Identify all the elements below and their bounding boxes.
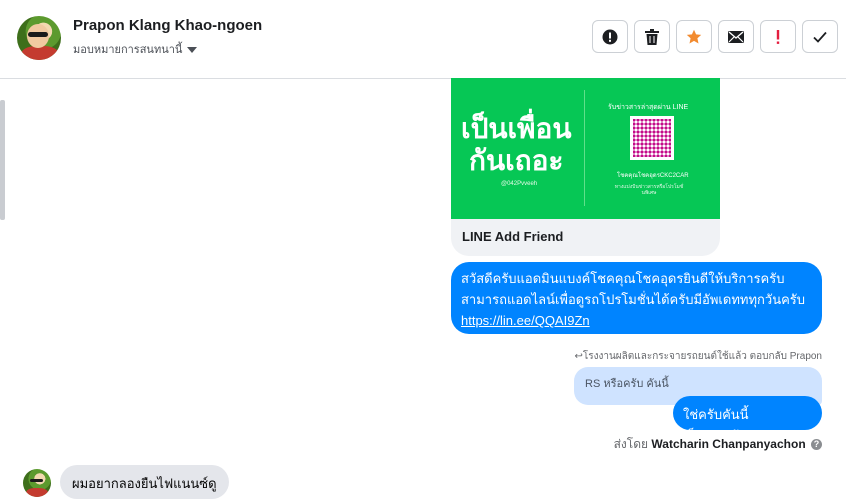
assign-label: มอบหมายการสนทนานี้ [73, 44, 183, 56]
reply-arrow-icon: ↩ [574, 351, 583, 362]
star-icon [686, 29, 702, 43]
contact-avatar[interactable] [17, 16, 61, 60]
incoming-message: ผมอยากลองยืนไฟแนนซ์ดู [60, 465, 229, 499]
trash-icon [645, 28, 659, 45]
exclamation-icon [776, 29, 780, 44]
sender-name: Watcharin Chanpanyachon [651, 437, 806, 451]
scrollbar-thumb[interactable] [0, 100, 5, 220]
card-title: LINE Add Friend [462, 229, 564, 244]
conversation-header: Prapon Klang Khao-ngoen มอบหมายการสนทนาน… [0, 0, 846, 79]
avatar-shirt [21, 46, 59, 60]
alert-circle-icon [602, 29, 618, 44]
message-line: สามารถแอดไลน์เพื่อดูรถโปรโมชั่นได้ครับมี… [461, 292, 806, 307]
envelope-icon [728, 30, 744, 43]
message-line: สวัสดีครับแอดมินแบงค์โชคคุณโชคอุดรยินดีใ… [461, 271, 785, 286]
outgoing-message: สวัสดีครับแอดมินแบงค์โชคคุณโชคอุดรยินดีใ… [451, 262, 822, 334]
mark-unread-button[interactable] [718, 20, 754, 53]
card-image-headline-1: เป็นเพื่อน [461, 113, 572, 144]
card-image-headline-2: กันเถอะ [469, 145, 564, 176]
reply-context: ↩โรงงานผลิตและกระจายรถยนต์ใช้แล้ว ตอบกลั… [574, 349, 822, 364]
contact-name[interactable]: Prapon Klang Khao-ngoen [73, 17, 262, 34]
card-image-code: โชคคุณโชคอุดรCKC2CAR [617, 173, 689, 179]
checkmark-icon [813, 31, 827, 43]
card-image-divider [584, 90, 585, 206]
reply-context-text: โรงงานผลิตและกระจายรถยนต์ใช้แล้ว ตอบกลับ… [582, 351, 822, 362]
outgoing-message: ใช่ครับคันนี้เป็นRSครับ [673, 396, 822, 443]
mark-done-button[interactable] [802, 20, 838, 53]
follow-up-button[interactable] [760, 20, 796, 53]
mark-spam-button[interactable] [592, 20, 628, 53]
star-button[interactable] [676, 20, 712, 53]
avatar-shirt [26, 488, 48, 497]
avatar-glasses [30, 479, 43, 482]
line-add-friend-image: เป็นเพื่อน กันเถอะ @042Pvveeh รับข่าวสาร… [451, 78, 720, 219]
sent-by-info: ส่งโดย Watcharin Chanpanyachon ? [614, 435, 822, 454]
avatar-glasses [28, 32, 48, 37]
message-link[interactable]: https://lin.ee/QQAI9Zn [461, 313, 590, 328]
card-image-line-id: @042Pvveeh [501, 181, 538, 187]
assign-conversation-dropdown[interactable]: มอบหมายการสนทนานี้ [73, 40, 198, 58]
conversation-actions [592, 20, 838, 53]
card-image-right-title: รับข่าวสารล่าสุดผ่าน LINE [608, 104, 689, 111]
card-image-note: ทางแบ่งปันข่าวสารหรือโปรโมชั่นพิเศษ [614, 184, 684, 196]
delete-button[interactable] [634, 20, 670, 53]
qr-code-icon [630, 116, 674, 160]
contact-avatar-small[interactable] [23, 469, 51, 497]
help-icon[interactable]: ? [811, 439, 822, 451]
caret-down-icon [187, 47, 198, 54]
sent-by-prefix: ส่งโดย [613, 437, 649, 451]
link-preview-card[interactable]: เป็นเพื่อน กันเถอะ @042Pvveeh รับข่าวสาร… [451, 78, 720, 256]
